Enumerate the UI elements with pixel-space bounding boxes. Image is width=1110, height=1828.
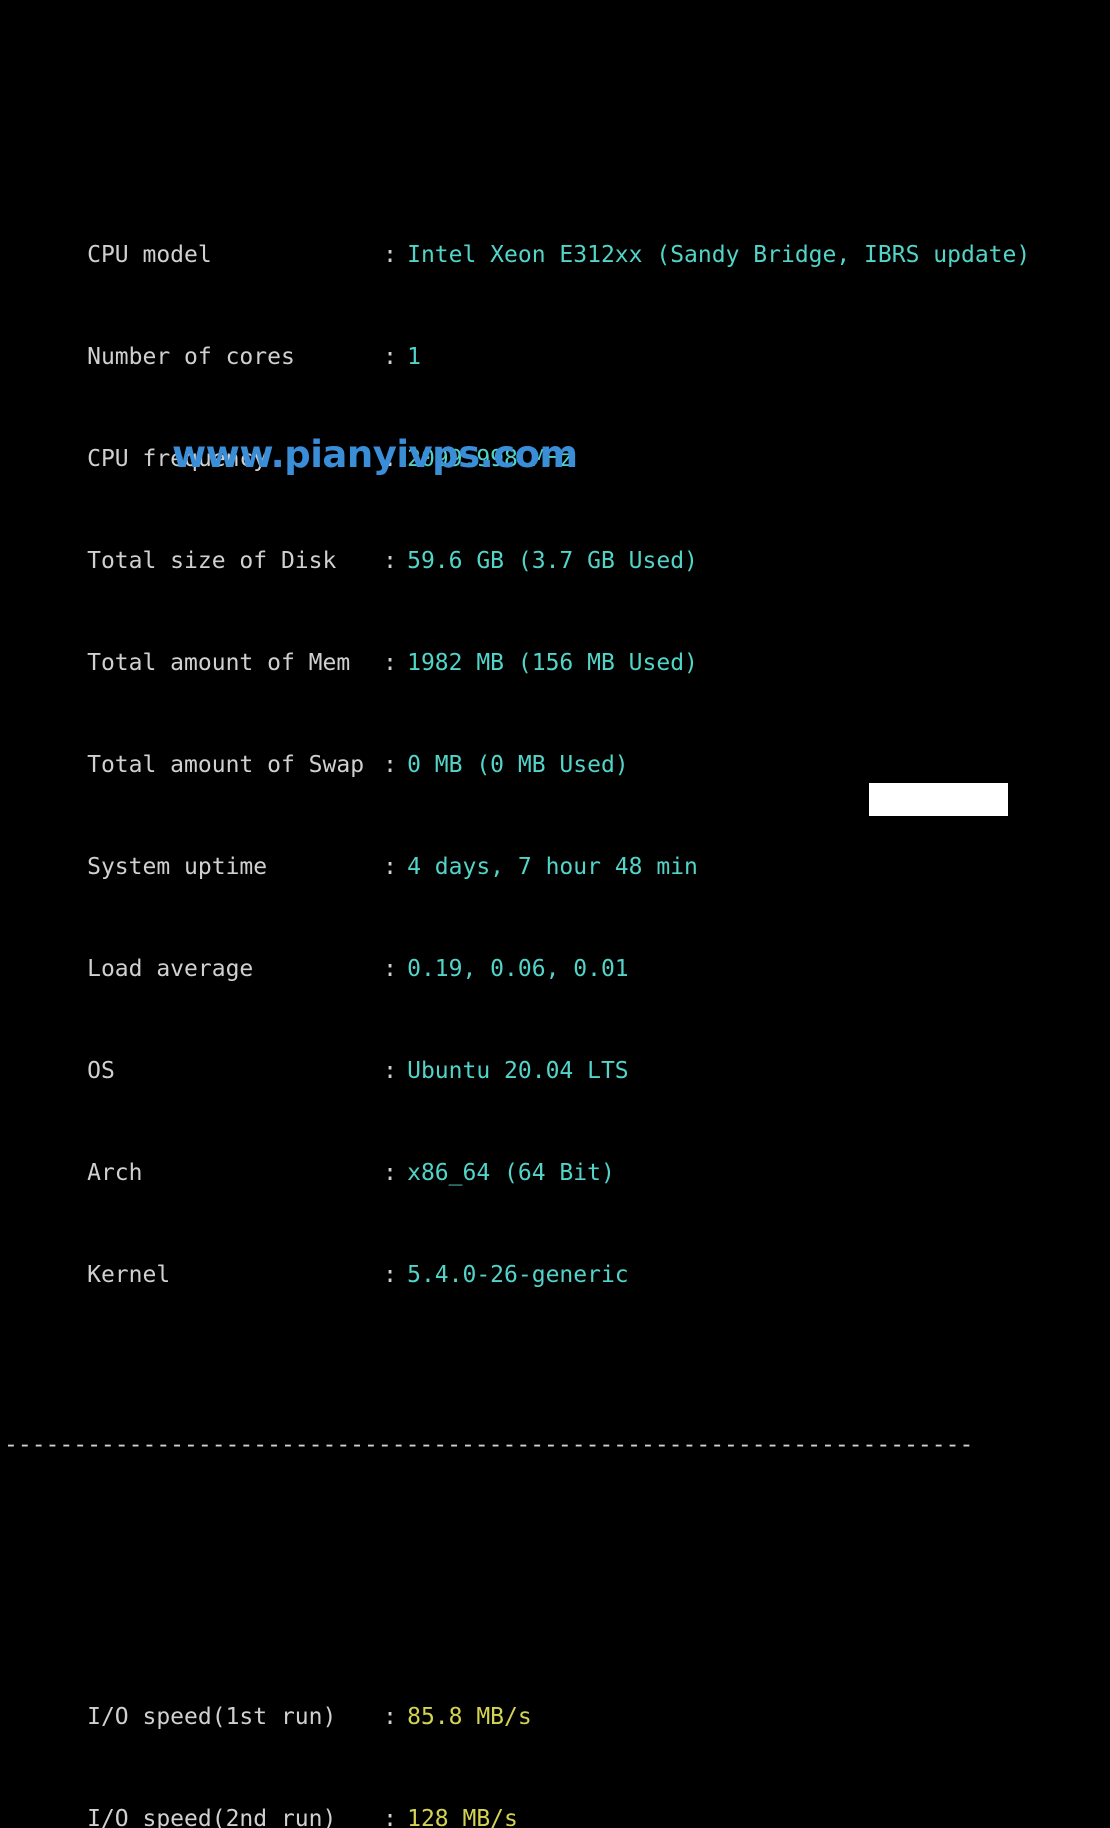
info-label: Total amount of Swap: [87, 752, 365, 778]
info-value: 5.4.0-26-generic: [407, 1262, 629, 1288]
info-label: Number of cores: [87, 344, 295, 370]
info-label: Load average: [87, 956, 254, 982]
separator-line-top: ----------------------------------------…: [4, 1432, 974, 1458]
info-label: System uptime: [87, 854, 268, 880]
info-value: Ubuntu 20.04 LTS: [407, 1058, 629, 1084]
info-value: 4 days, 7 hour 48 min: [407, 854, 698, 880]
io-label: I/O speed(2nd run): [87, 1806, 337, 1828]
terminal-output: CPU model: Intel Xeon E312xx (Sandy Bridg…: [0, 0, 1110, 1828]
info-colon: :: [383, 854, 397, 880]
info-row-uptime: System uptime:4 days, 7 hour 48 min: [0, 816, 1110, 880]
info-value: 59.6 GB (3.7 GB Used): [407, 548, 698, 574]
info-row-cpu-model: CPU model: Intel Xeon E312xx (Sandy Bridg…: [0, 204, 1110, 268]
info-label: CPU model: [87, 242, 212, 268]
info-label: Total amount of Mem: [87, 650, 351, 676]
info-colon: :: [383, 446, 397, 472]
info-colon: :: [383, 242, 397, 268]
info-value: 0 MB (0 MB Used): [407, 752, 629, 778]
info-value: 2099.998 MHz: [407, 446, 574, 472]
info-row-load-average: Load average:0.19, 0.06, 0.01: [0, 918, 1110, 982]
info-colon: :: [383, 650, 397, 676]
info-value: Intel Xeon E312xx (Sandy Bridge, IBRS up…: [407, 242, 1031, 268]
io-label: I/O speed(1st run): [87, 1704, 337, 1730]
io-value: 128 MB/s: [407, 1806, 518, 1828]
info-label: Arch: [87, 1160, 143, 1186]
info-value: 1: [407, 344, 421, 370]
info-value: x86_64 (64 Bit): [407, 1160, 615, 1186]
info-row-cpu-frequency: CPU frequency:2099.998 MHz: [0, 408, 1110, 472]
info-value: 1982 MB (156 MB Used): [407, 650, 698, 676]
info-colon: :: [383, 344, 397, 370]
info-colon: :: [383, 1058, 397, 1084]
info-colon: :: [383, 1262, 397, 1288]
info-row-memory: Total amount of Mem:1982 MB (156 MB Used…: [0, 612, 1110, 676]
info-row-kernel: Kernel:5.4.0-26-generic: [0, 1224, 1110, 1288]
info-row-cores: Number of cores:1: [0, 306, 1110, 370]
info-value: 0.19, 0.06, 0.01: [407, 956, 629, 982]
info-row-arch: Arch: x86_64 (64 Bit): [0, 1122, 1110, 1186]
info-colon: :: [383, 752, 397, 778]
info-colon: :: [383, 548, 397, 574]
io-value: 85.8 MB/s: [407, 1704, 532, 1730]
io-colon: :: [383, 1704, 397, 1730]
io-colon: :: [383, 1806, 397, 1828]
info-row-swap: Total amount of Swap:0 MB (0 MB Used): [0, 714, 1110, 778]
system-info-block: CPU model: Intel Xeon E312xx (Sandy Bridg…: [0, 136, 1110, 1326]
info-row-os: OS: Ubuntu 20.04 LTS: [0, 1020, 1110, 1084]
info-label: OS: [87, 1058, 115, 1084]
io-row-second-run: I/O speed(2nd run):128 MB/s: [0, 1768, 1110, 1828]
info-colon: :: [383, 956, 397, 982]
info-label: Kernel: [87, 1262, 171, 1288]
info-label: Total size of Disk: [87, 548, 337, 574]
io-speed-block: I/O speed(1st run):85.8 MB/s I/O speed(2…: [0, 1598, 1110, 1828]
info-row-disk: Total size of Disk:59.6 GB (3.7 GB Used): [0, 510, 1110, 574]
info-colon: :: [383, 1160, 397, 1186]
info-label: CPU frequency: [87, 446, 268, 472]
io-row-first-run: I/O speed(1st run):85.8 MB/s: [0, 1666, 1110, 1730]
